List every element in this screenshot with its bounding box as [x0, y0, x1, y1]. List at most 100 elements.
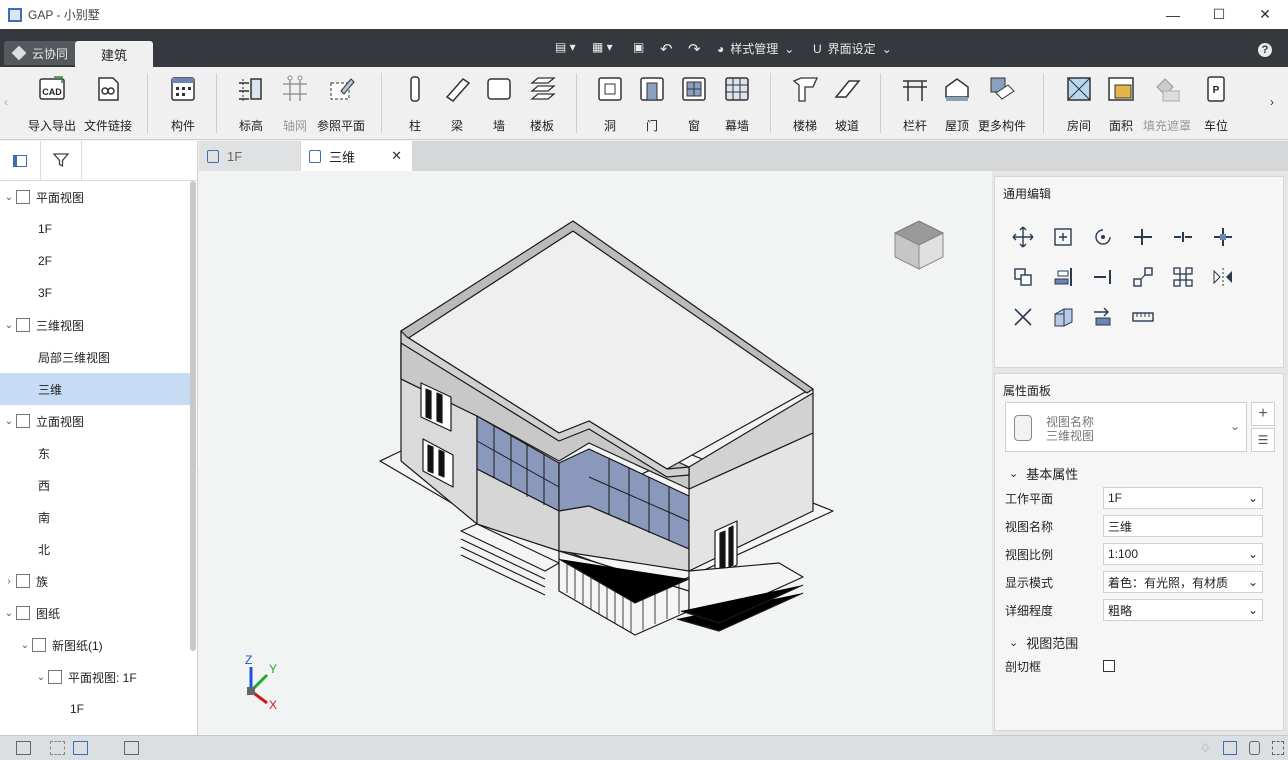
- ui-settings-menu[interactable]: U 界面设定 ⌄: [813, 40, 892, 57]
- flip-tool[interactable]: [1091, 305, 1115, 329]
- railing-button[interactable]: 栏杆: [900, 74, 930, 134]
- beam-button[interactable]: 梁: [442, 74, 472, 134]
- chevron-down-icon[interactable]: ⌄: [2, 320, 16, 331]
- minimize-button[interactable]: —: [1150, 0, 1196, 29]
- split-tool[interactable]: [1171, 225, 1195, 249]
- tree-node[interactable]: › 族: [0, 565, 190, 597]
- light-bulb-icon[interactable]: ♢: [1200, 741, 1211, 755]
- tab-architecture[interactable]: 建筑: [75, 41, 153, 67]
- view-settings-icon[interactable]: [1223, 741, 1237, 755]
- opening-button[interactable]: 洞: [595, 74, 625, 134]
- tree-leaf[interactable]: 三维: [0, 373, 190, 405]
- tree-leaf[interactable]: 2F: [0, 245, 190, 277]
- view-cube-icon[interactable]: [889, 215, 949, 275]
- view-name-input[interactable]: 三维: [1103, 515, 1263, 537]
- display-mode-select[interactable]: 着色：有光照，有材质 ⌄: [1103, 571, 1263, 593]
- basic-props-group[interactable]: ⌄ 基本属性: [1009, 464, 1078, 483]
- tree-node[interactable]: ⌄ 新图纸(1): [0, 629, 190, 661]
- layout-split-icon[interactable]: [50, 741, 65, 755]
- maximize-button[interactable]: ☐: [1196, 0, 1242, 29]
- tree-scrollbar[interactable]: [190, 181, 196, 651]
- chevron-right-icon[interactable]: ›: [2, 576, 16, 587]
- grid-button[interactable]: 轴网: [280, 74, 310, 134]
- array-tool[interactable]: [1011, 265, 1035, 289]
- ribbon-scroll-left-icon[interactable]: ‹: [4, 95, 8, 109]
- tree-leaf[interactable]: 东: [0, 437, 190, 469]
- parking-button[interactable]: P 车位: [1201, 74, 1231, 134]
- layout-single-icon[interactable]: [16, 741, 31, 755]
- ref-plane-button[interactable]: 参照平面: [317, 74, 365, 134]
- grid-toggle-icon[interactable]: [1272, 741, 1284, 755]
- roof-button[interactable]: 屋顶: [942, 74, 972, 134]
- chevron-down-icon[interactable]: ⌄: [2, 416, 16, 427]
- tree-node[interactable]: ⌄ 立面视图: [0, 405, 190, 437]
- measure-tool[interactable]: [1131, 305, 1155, 329]
- close-tab-icon[interactable]: ✕: [391, 148, 402, 164]
- style-manage-menu[interactable]: ◕ 样式管理 ⌄: [717, 40, 794, 57]
- chevron-down-icon[interactable]: ⌄: [2, 608, 16, 619]
- building-3d-model[interactable]: [199, 171, 992, 735]
- new-file-button[interactable]: ▤ ▾: [555, 40, 576, 54]
- room-button[interactable]: 房间: [1064, 74, 1094, 134]
- rotate-tool[interactable]: [1091, 225, 1115, 249]
- ramp-button[interactable]: 坡道: [832, 74, 862, 134]
- offset-tool[interactable]: [1091, 265, 1115, 289]
- align-tool[interactable]: [1051, 265, 1075, 289]
- trim-tool[interactable]: [1131, 225, 1155, 249]
- door-button[interactable]: 门: [637, 74, 667, 134]
- extend-tool[interactable]: [1211, 225, 1235, 249]
- group-tool[interactable]: [1171, 265, 1195, 289]
- copy-tool[interactable]: [1051, 225, 1075, 249]
- filter-button[interactable]: [41, 141, 82, 181]
- project-button[interactable]: ▦ ▾: [592, 40, 613, 54]
- tree-node[interactable]: ⌄ 平面视图: [0, 181, 190, 213]
- tree-leaf[interactable]: 1F: [0, 693, 190, 725]
- section-box-checkbox[interactable]: [1103, 660, 1115, 672]
- panel-toggle-button[interactable]: [0, 141, 41, 181]
- tree-leaf[interactable]: 北: [0, 533, 190, 565]
- delete-tool[interactable]: [1011, 305, 1035, 329]
- slab-button[interactable]: 楼板: [527, 74, 557, 134]
- mirror-tool[interactable]: [1211, 265, 1235, 289]
- save-button[interactable]: ▣: [633, 40, 644, 54]
- stair-button[interactable]: 楼梯: [790, 74, 820, 134]
- tree-leaf[interactable]: 南: [0, 501, 190, 533]
- column-button[interactable]: 柱: [400, 74, 430, 134]
- scale-tool[interactable]: [1131, 265, 1155, 289]
- curtain-wall-button[interactable]: 幕墙: [722, 74, 752, 134]
- grid-view-icon[interactable]: [124, 741, 139, 755]
- chevron-down-icon[interactable]: ⌄: [2, 192, 16, 203]
- tab-3d[interactable]: 三维 ✕: [301, 141, 412, 171]
- move-tool[interactable]: [1011, 225, 1035, 249]
- add-type-button[interactable]: +: [1251, 402, 1275, 426]
- edit-type-button[interactable]: ☰: [1251, 428, 1275, 452]
- work-plane-select[interactable]: 1F ⌄: [1103, 487, 1263, 509]
- tree-leaf[interactable]: 3F: [0, 277, 190, 309]
- tree-node[interactable]: ⌄ 三维视图: [0, 309, 190, 341]
- close-window-button[interactable]: ✕: [1242, 0, 1288, 29]
- 3d-viewport[interactable]: Z Y X: [199, 171, 992, 735]
- undo-button[interactable]: ↶: [660, 40, 673, 58]
- component-status-icon[interactable]: [1249, 741, 1260, 755]
- level-button[interactable]: 标高: [236, 74, 266, 134]
- fill-mask-button[interactable]: 填充遮罩: [1143, 74, 1191, 134]
- view-scale-select[interactable]: 1:100 ⌄: [1103, 543, 1263, 565]
- component-button[interactable]: 构件: [168, 74, 198, 134]
- tree-leaf[interactable]: 西: [0, 469, 190, 501]
- type-selector[interactable]: 视图名称 三维视图 ⌄: [1005, 402, 1247, 452]
- ribbon-scroll-right-icon[interactable]: ›: [1270, 95, 1274, 109]
- tree-node[interactable]: ⌄ 平面视图: 1F: [0, 661, 190, 693]
- tab-cloud-collab[interactable]: 云协同: [4, 41, 79, 65]
- tab-1f[interactable]: 1F: [199, 141, 300, 171]
- file-link-button[interactable]: 文件链接: [84, 74, 132, 134]
- chevron-down-icon[interactable]: ⌄: [34, 672, 48, 683]
- tree-leaf[interactable]: 1F: [0, 213, 190, 245]
- help-button[interactable]: ?: [1258, 43, 1272, 57]
- window-button[interactable]: 窗: [679, 74, 709, 134]
- import-export-button[interactable]: CAD 导入导出: [28, 74, 76, 134]
- redo-button[interactable]: ↷: [688, 40, 701, 58]
- area-button[interactable]: 面积: [1106, 74, 1136, 134]
- tree-leaf[interactable]: 局部三维视图: [0, 341, 190, 373]
- view-range-group[interactable]: ⌄ 视图范围: [1009, 633, 1078, 652]
- wall-join-tool[interactable]: [1051, 305, 1075, 329]
